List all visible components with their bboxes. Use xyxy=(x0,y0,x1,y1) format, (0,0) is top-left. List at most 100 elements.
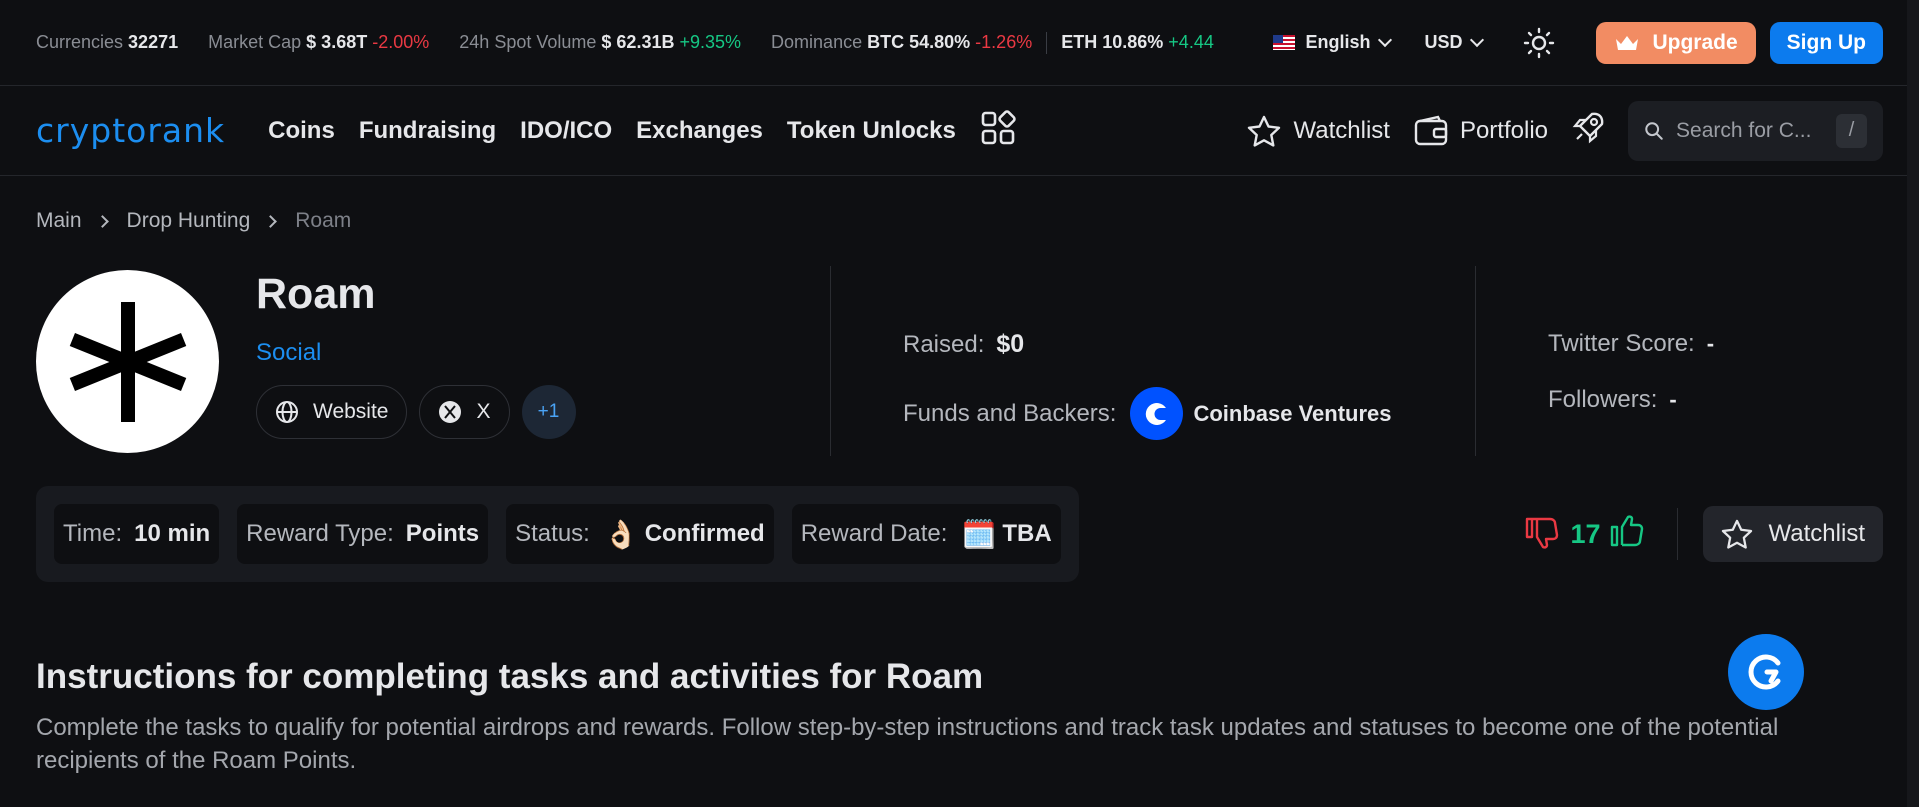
upgrade-button[interactable]: Upgrade xyxy=(1596,21,1756,64)
breadcrumb-main[interactable]: Main xyxy=(36,209,82,233)
page-scrollbar[interactable] xyxy=(1907,0,1919,807)
asterisk-logo-icon xyxy=(69,301,186,422)
cryptorank-mark-icon xyxy=(1748,654,1781,690)
cryptorank-fab-button[interactable] xyxy=(1728,634,1804,710)
main-nav: Coins Fundraising IDO/ICO Exchanges Toke… xyxy=(268,110,1016,151)
nav-item-token-unlocks[interactable]: Token Unlocks xyxy=(787,117,956,145)
upgrade-label: Upgrade xyxy=(1652,30,1738,54)
x-label: X xyxy=(476,400,491,423)
backer-name: Coinbase Ventures xyxy=(1193,400,1392,426)
btc-dominance-change: -1.26% xyxy=(975,32,1033,52)
stat-divider xyxy=(1046,31,1048,54)
globe-icon xyxy=(276,401,298,423)
volume-change: +9.35% xyxy=(679,32,742,52)
chevron-right-icon xyxy=(95,214,109,228)
vote-divider xyxy=(1676,508,1678,560)
chevron-right-icon xyxy=(264,214,278,228)
ok-hand-icon: 👌🏻 xyxy=(603,518,639,550)
x-logo-icon xyxy=(439,401,462,423)
status-label: Status: xyxy=(515,520,590,547)
language-selector[interactable]: English xyxy=(1273,32,1393,53)
currencies-value: 32271 xyxy=(128,32,179,52)
star-icon xyxy=(1721,519,1752,549)
volume-label: 24h Spot Volume xyxy=(459,32,597,52)
x-link[interactable]: X xyxy=(419,385,510,439)
currency-selector[interactable]: USD xyxy=(1424,32,1485,53)
language-label: English xyxy=(1305,32,1371,52)
status-pill: Status: 👌🏻 Confirmed xyxy=(506,504,774,564)
project-header: Roam Social Website X +1 Raised: $0 Funds… xyxy=(0,266,1919,456)
chevron-down-icon xyxy=(1470,32,1485,47)
backer-coinbase-ventures[interactable]: Coinbase Ventures xyxy=(1130,387,1392,440)
vote-count: 17 xyxy=(1570,518,1601,549)
followers-row: Followers: - xyxy=(1548,386,1714,414)
marketcap-change: -2.00% xyxy=(372,32,430,52)
funds-label: Funds and Backers: xyxy=(903,399,1117,427)
cryptorank-logo[interactable]: cryptorank xyxy=(36,111,225,150)
nav-item-coins[interactable]: Coins xyxy=(268,117,335,145)
watchlist-button-label: Watchlist xyxy=(1768,520,1865,547)
btc-dominance: BTC 54.80% xyxy=(867,32,971,52)
thumbs-down-icon[interactable] xyxy=(1524,513,1562,556)
followers-value: - xyxy=(1669,387,1677,412)
volume-stat: 24h Spot Volume $ 62.31B +9.35% xyxy=(459,32,741,53)
project-links: Website X +1 xyxy=(256,385,830,439)
twitter-score-row: Twitter Score: - xyxy=(1548,330,1714,358)
nav-portfolio-label: Portfolio xyxy=(1459,116,1548,144)
currencies-label: Currencies xyxy=(36,32,124,52)
nav-item-fundraising[interactable]: Fundraising xyxy=(359,117,496,145)
marketcap-label: Market Cap xyxy=(208,32,302,52)
marketcap-stat: Market Cap $ 3.68T -2.00% xyxy=(208,32,429,53)
more-links-button[interactable]: +1 xyxy=(521,385,576,439)
watchlist-button[interactable]: Watchlist xyxy=(1702,506,1883,562)
nav-portfolio[interactable]: Portfolio xyxy=(1414,115,1548,147)
marketcap-value: $ 3.68T xyxy=(306,32,368,52)
crown-icon xyxy=(1616,35,1639,50)
market-stats-bar: Currencies 32271 Market Cap $ 3.68T -2.0… xyxy=(0,0,1919,86)
project-info: Roam Social Website X +1 xyxy=(256,266,831,456)
drop-meta-row: Time: 10 min Reward Type: Points Status: 👌🏻… xyxy=(0,486,1919,582)
status-value: Confirmed xyxy=(644,520,765,547)
instructions-section: Instructions for completing tasks and ac… xyxy=(0,657,1919,777)
currency-label: USD xyxy=(1424,32,1463,52)
website-label: Website xyxy=(313,400,389,423)
rocket-icon[interactable] xyxy=(1572,110,1606,151)
instructions-title: Instructions for completing tasks and ac… xyxy=(36,657,984,696)
time-pill: Time: 10 min xyxy=(54,504,220,564)
breadcrumb: Main Drop Hunting Roam xyxy=(0,176,1919,266)
search-box[interactable]: / xyxy=(1628,100,1883,161)
reward-type-label: Reward Type: xyxy=(246,520,394,547)
signup-label: Sign Up xyxy=(1786,30,1866,54)
reward-type-pill: Reward Type: Points xyxy=(237,504,489,564)
breadcrumb-drop-hunting[interactable]: Drop Hunting xyxy=(127,209,251,233)
volume-value: $ 62.31B xyxy=(601,32,675,52)
breadcrumb-current: Roam xyxy=(295,209,352,232)
reward-date-pill: Reward Date: 🗓️ TBA xyxy=(791,504,1061,564)
eth-dominance: ETH 10.86% xyxy=(1061,32,1164,52)
dominance-stat: Dominance BTC 54.80% -1.26% xyxy=(771,32,1032,53)
nav-watchlist[interactable]: Watchlist xyxy=(1247,115,1390,147)
search-shortcut-key: / xyxy=(1836,113,1867,148)
time-value: 10 min xyxy=(134,520,211,547)
backers-row: Funds and Backers: Coinbase Ventures xyxy=(903,387,1475,440)
time-label: Time: xyxy=(63,520,123,547)
project-logo xyxy=(36,270,219,453)
thumbs-up-icon[interactable] xyxy=(1609,513,1647,556)
social-info: Twitter Score: - Followers: - xyxy=(1476,266,1714,456)
signup-button[interactable]: Sign Up xyxy=(1769,21,1883,64)
twitter-score-label: Twitter Score: xyxy=(1548,330,1695,357)
us-flag-icon xyxy=(1273,35,1296,50)
main-navbar: cryptorank Coins Fundraising IDO/ICO Exc… xyxy=(0,86,1919,176)
star-icon xyxy=(1248,115,1281,147)
nav-item-exchanges[interactable]: Exchanges xyxy=(636,117,763,145)
search-input[interactable] xyxy=(1676,118,1837,143)
reward-type-value: Points xyxy=(405,520,480,547)
project-category[interactable]: Social xyxy=(256,339,830,367)
nav-item-ido-ico[interactable]: IDO/ICO xyxy=(520,117,612,145)
theme-toggle-sun-icon[interactable] xyxy=(1522,26,1556,60)
apps-grid-icon[interactable] xyxy=(980,110,1016,151)
followers-label: Followers: xyxy=(1548,386,1658,413)
raised-row: Raised: $0 xyxy=(903,330,1475,359)
website-link[interactable]: Website xyxy=(256,385,408,439)
funding-info: Raised: $0 Funds and Backers: Coinbase Ve… xyxy=(831,266,1476,456)
